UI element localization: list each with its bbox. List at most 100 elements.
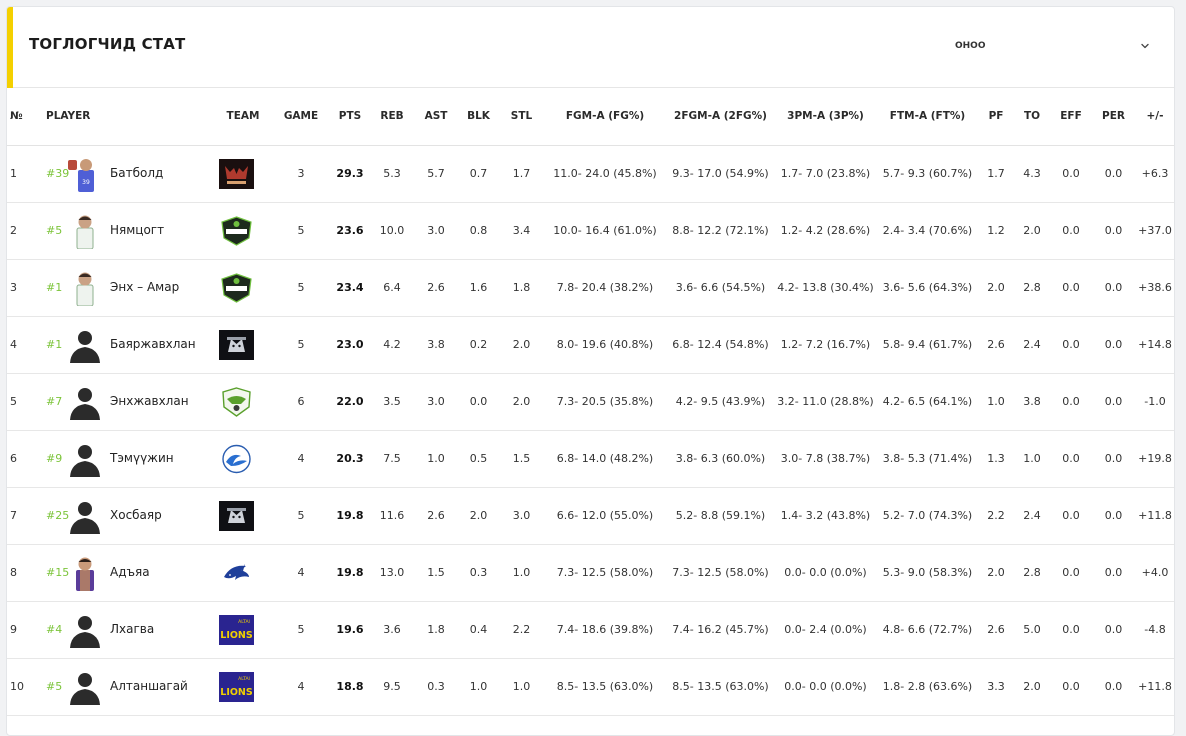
pf-cell: 2.6 xyxy=(977,316,1015,374)
col-rank[interactable]: № xyxy=(7,88,43,146)
eff-cell: 0.0 xyxy=(1049,658,1093,716)
jersey-number: #1 xyxy=(46,281,63,294)
plus-minus-cell: -4.8 xyxy=(1134,601,1174,659)
player-name-link[interactable]: Энхжавхлан xyxy=(110,394,189,409)
col-per[interactable]: PER xyxy=(1093,88,1134,146)
player-name-link[interactable]: Нямцогт xyxy=(110,223,164,238)
fg-cell: 8.0- 19.6 (40.8%) xyxy=(542,316,668,374)
blk-cell: 0.2 xyxy=(456,316,501,374)
pts-cell: 22.0 xyxy=(332,373,368,431)
rank-cell: 2 xyxy=(7,202,43,260)
ft-cell: 5.3- 9.0 (58.3%) xyxy=(878,544,977,602)
team-logo[interactable]: ALTAI LIONS xyxy=(219,671,254,702)
col-blk[interactable]: BLK xyxy=(456,88,501,146)
table-row[interactable]: 7 #25 Хосбаяр 5 19.8 11.6 2.6 2.0 3.0 6.… xyxy=(7,487,1174,545)
player-name-link[interactable]: Алтаншагай xyxy=(110,679,188,694)
fg2-cell: 8.5- 13.5 (63.0%) xyxy=(668,658,773,716)
reb-cell: 9.5 xyxy=(368,658,416,716)
team-logo[interactable] xyxy=(219,329,254,360)
table-row[interactable]: 3 #1 Энх – Амар 5 23.4 6.4 2.6 1.6 1.8 7… xyxy=(7,259,1174,317)
table-row[interactable]: 9 #4 Лхагва ALTAI LIONS 5 19.6 3.6 1.8 0.… xyxy=(7,601,1174,659)
col-to[interactable]: TO xyxy=(1015,88,1049,146)
season-selector[interactable]: ОНОО xyxy=(945,35,1155,57)
ft-cell: 3.8- 5.3 (71.4%) xyxy=(878,430,977,488)
player-avatar: 39 xyxy=(68,156,102,192)
col-stl[interactable]: STL xyxy=(501,88,542,146)
fg3-cell: 4.2- 13.8 (30.4%) xyxy=(773,259,878,317)
col-game[interactable]: GAME xyxy=(270,88,332,146)
pts-cell: 20.3 xyxy=(332,430,368,488)
team-logo[interactable] xyxy=(219,215,254,246)
team-logo[interactable] xyxy=(219,444,254,474)
col-reb[interactable]: REB xyxy=(368,88,416,146)
game-cell: 4 xyxy=(270,544,332,602)
table-row[interactable]: 6 #9 Тэмүүжин 4 20.3 7.5 1.0 0.5 1.5 6.8… xyxy=(7,430,1174,488)
col-pf[interactable]: PF xyxy=(977,88,1015,146)
plus-minus-cell: +4.0 xyxy=(1134,544,1174,602)
fg2-cell: 7.4- 16.2 (45.7%) xyxy=(668,601,773,659)
col-3p[interactable]: 3PM-A (3P%) xyxy=(773,88,878,146)
team-cell: ALTAI LIONS xyxy=(216,601,270,659)
jersey-number: #1 xyxy=(46,338,63,351)
team-logo[interactable] xyxy=(219,272,254,303)
rank-cell: 5 xyxy=(7,373,43,431)
col-ast[interactable]: AST xyxy=(416,88,456,146)
ft-cell: 2.4- 3.4 (70.6%) xyxy=(878,202,977,260)
fg3-cell: 0.0- 0.0 (0.0%) xyxy=(773,658,878,716)
to-cell: 2.8 xyxy=(1015,544,1049,602)
jersey-number: #5 xyxy=(46,680,63,693)
player-name-link[interactable]: Энх – Амар xyxy=(110,280,179,295)
player-name-link[interactable]: Лхагва xyxy=(110,622,154,637)
player-name-link[interactable]: Адъяа xyxy=(110,565,150,580)
col-team[interactable]: TEAM xyxy=(216,88,270,146)
table-row[interactable]: 10 #5 Алтаншагай ALTAI LIONS 4 18.8 9.5 0… xyxy=(7,658,1174,716)
col-2fg[interactable]: 2FGM-A (2FG%) xyxy=(668,88,773,146)
col-eff[interactable]: EFF xyxy=(1049,88,1093,146)
ft-cell: 1.8- 2.8 (63.6%) xyxy=(878,658,977,716)
eff-cell: 0.0 xyxy=(1049,202,1093,260)
ft-cell: 4.8- 6.6 (72.7%) xyxy=(878,601,977,659)
player-name-link[interactable]: Тэмүүжин xyxy=(110,451,174,466)
game-cell: 5 xyxy=(270,487,332,545)
team-logo[interactable] xyxy=(219,158,254,189)
table-row[interactable]: 1 #39 39 Батболд 3 29.3 5.3 5.7 0.7 1.7 … xyxy=(7,145,1174,203)
table-row[interactable]: 8 #15 Адъяа 4 19.8 13.0 1.5 0.3 1.0 7.3-… xyxy=(7,544,1174,602)
col-ft[interactable]: FTM-A (FT%) xyxy=(878,88,977,146)
reb-cell: 11.6 xyxy=(368,487,416,545)
svg-text:ALTAI: ALTAI xyxy=(238,619,250,625)
fg3-cell: 1.2- 4.2 (28.6%) xyxy=(773,202,878,260)
player-name-link[interactable]: Хосбаяр xyxy=(110,508,162,523)
to-cell: 1.0 xyxy=(1015,430,1049,488)
per-cell: 0.0 xyxy=(1093,259,1134,317)
plus-minus-cell: +11.8 xyxy=(1134,658,1174,716)
player-name-link[interactable]: Баяржавхлан xyxy=(110,337,196,352)
per-cell: 0.0 xyxy=(1093,202,1134,260)
table-row[interactable]: 2 #5 Нямцогт 5 23.6 10.0 3.0 0.8 3.4 10.… xyxy=(7,202,1174,260)
eff-cell: 0.0 xyxy=(1049,544,1093,602)
table-row[interactable]: 5 #7 Энхжавхлан 6 22.0 3.5 3.0 0.0 2.0 7… xyxy=(7,373,1174,431)
col-fg[interactable]: FGM-A (FG%) xyxy=(542,88,668,146)
player-avatar xyxy=(68,498,102,534)
team-logo[interactable] xyxy=(219,558,254,588)
rank-cell: 3 xyxy=(7,259,43,317)
table-row[interactable]: 4 #1 Баяржавхлан 5 23.0 4.2 3.8 0.2 2.0 … xyxy=(7,316,1174,374)
team-logo[interactable]: ALTAI LIONS xyxy=(219,614,254,645)
fg-cell: 8.5- 13.5 (63.0%) xyxy=(542,658,668,716)
blk-cell: 0.3 xyxy=(456,544,501,602)
col-plus-minus[interactable]: +/- xyxy=(1134,88,1174,146)
stl-cell: 2.0 xyxy=(501,316,542,374)
stl-cell: 3.4 xyxy=(501,202,542,260)
reb-cell: 5.3 xyxy=(368,145,416,203)
stl-cell: 2.2 xyxy=(501,601,542,659)
player-cell: #5 Алтаншагай xyxy=(43,658,216,716)
col-pts[interactable]: PTS xyxy=(332,88,368,146)
game-cell: 6 xyxy=(270,373,332,431)
fg2-cell: 6.8- 12.4 (54.8%) xyxy=(668,316,773,374)
player-avatar xyxy=(68,441,102,477)
col-player[interactable]: PLAYER xyxy=(43,88,216,146)
player-name-link[interactable]: Батболд xyxy=(110,166,163,181)
stl-cell: 1.0 xyxy=(501,658,542,716)
team-logo[interactable] xyxy=(219,500,254,531)
blk-cell: 0.8 xyxy=(456,202,501,260)
team-logo[interactable] xyxy=(219,386,254,417)
